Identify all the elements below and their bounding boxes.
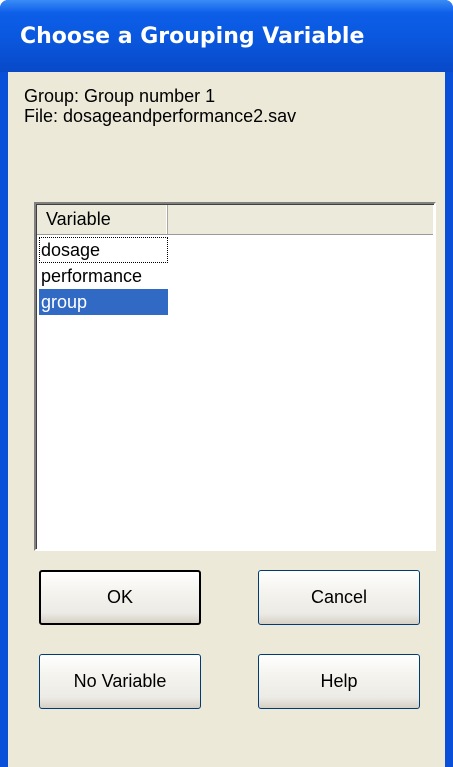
file-info-label: File: dosageandperformance2.sav [24, 106, 297, 126]
column-header-variable[interactable]: Variable [37, 205, 168, 234]
dialog-title: Choose a Grouping Variable [20, 24, 365, 49]
title-bar[interactable]: Choose a Grouping Variable [0, 0, 453, 72]
column-header-empty[interactable] [168, 205, 433, 234]
cancel-button[interactable]: Cancel [258, 570, 420, 625]
dialog-body: Group: Group number 1 File: dosageandper… [8, 72, 445, 767]
ok-button[interactable]: OK [39, 570, 201, 625]
help-button[interactable]: Help [258, 654, 420, 709]
no-variable-button[interactable]: No Variable [39, 654, 201, 709]
list-item-performance[interactable]: performance [39, 263, 168, 289]
list-item-dosage[interactable]: dosage [39, 237, 168, 263]
dialog-window: Choose a Grouping Variable Group: Group … [0, 0, 453, 767]
list-item-group[interactable]: group [39, 289, 168, 315]
list-header: Variable [37, 205, 433, 235]
variable-list[interactable]: Variable dosage performance group [34, 202, 436, 551]
group-info-label: Group: Group number 1 [24, 86, 216, 106]
